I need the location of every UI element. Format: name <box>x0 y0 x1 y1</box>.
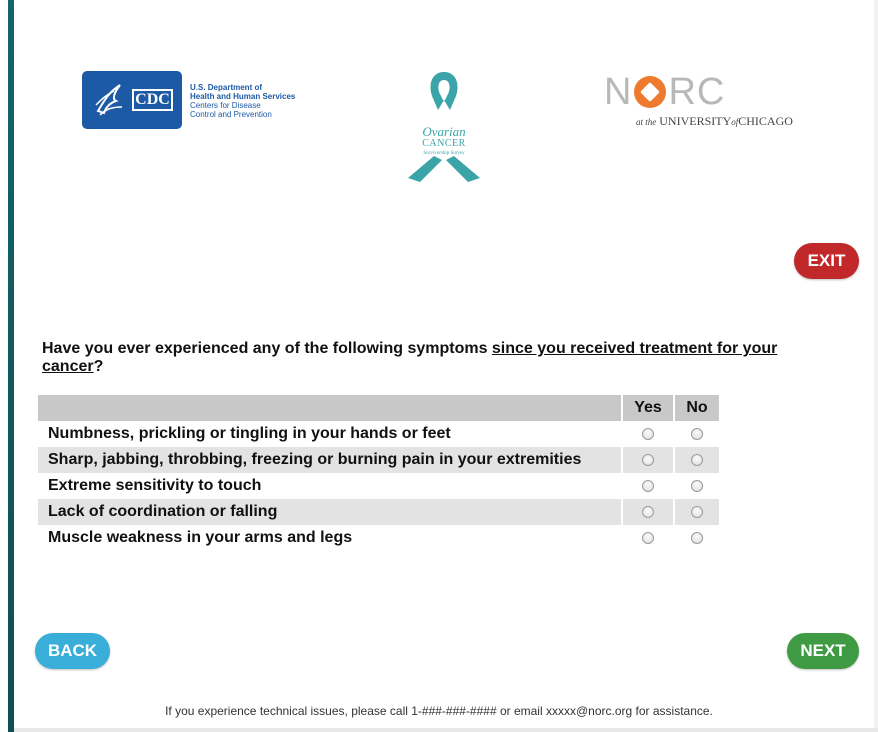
grid-header-row: Yes No <box>38 395 719 421</box>
radio-yes-row-2[interactable] <box>642 453 654 466</box>
norc-letter-n: N <box>604 71 633 113</box>
row-label: Numbness, prickling or tingling in your … <box>48 425 451 442</box>
cell-no <box>673 473 719 499</box>
grid-row: Numbness, prickling or tingling in your … <box>38 421 719 447</box>
right-edge <box>874 0 878 732</box>
column-header-yes: Yes <box>621 395 674 421</box>
ribbon-text-cancer: CANCER <box>422 138 466 149</box>
cell-yes <box>621 525 674 551</box>
question-prefix: Have you ever experienced any of the fol… <box>42 340 492 357</box>
ovarian-cancer-survey-logo: Ovarian CANCER Survivorship Survey <box>404 70 484 182</box>
radio-no-row-2[interactable] <box>691 453 703 466</box>
radio-yes-row-5[interactable] <box>642 531 654 544</box>
radio-yes-row-4[interactable] <box>642 505 654 518</box>
cell-yes <box>621 499 674 525</box>
exit-button[interactable]: EXIT <box>794 243 859 279</box>
radio-no-row-4[interactable] <box>691 505 703 518</box>
hhs-line-2: Health and Human Services <box>190 92 296 101</box>
cell-no <box>673 499 719 525</box>
row-label: Extreme sensitivity to touch <box>48 477 262 494</box>
radio-no-row-3[interactable] <box>691 479 703 492</box>
norc-subtitle: at the UNIVERSITYofCHICAGO <box>636 114 793 129</box>
ribbon-text-survey: Survivorship Survey <box>423 151 465 156</box>
footer-help-text: If you experience technical issues, plea… <box>165 704 713 718</box>
norc-star-icon <box>634 76 667 108</box>
grid-row: Sharp, jabbing, throbbing, freezing or b… <box>38 447 719 473</box>
radio-yes-row-3[interactable] <box>642 479 654 492</box>
cdc-badge: CDC <box>82 71 182 129</box>
back-button[interactable]: BACK <box>35 633 110 669</box>
grid-row: Lack of coordination or falling <box>38 499 719 525</box>
hhs-eagle-icon <box>95 84 123 116</box>
radio-no-row-1[interactable] <box>691 427 703 440</box>
cell-no <box>673 447 719 473</box>
next-button[interactable]: NEXT <box>787 633 859 669</box>
row-label: Muscle weakness in your arms and legs <box>48 529 353 546</box>
cdc-logo: CDC U.S. Department of Health and Human … <box>82 71 295 129</box>
column-header-no: No <box>673 395 719 421</box>
radio-yes-row-1[interactable] <box>642 427 654 440</box>
left-border <box>8 0 14 732</box>
cell-yes <box>621 421 674 447</box>
norc-wordmark: N RC <box>604 72 725 112</box>
bottom-edge <box>14 728 878 732</box>
grid-row: Extreme sensitivity to touch <box>38 473 719 499</box>
radio-no-row-5[interactable] <box>691 531 703 544</box>
cell-yes <box>621 447 674 473</box>
row-label: Lack of coordination or falling <box>48 503 278 520</box>
norc-sub-at: at the <box>636 117 657 127</box>
symptom-grid: Yes No Numbness, prickling or tingling i… <box>38 395 719 551</box>
hhs-text: U.S. Department of Health and Human Serv… <box>190 83 295 119</box>
hhs-line-1: U.S. Department of <box>190 83 263 92</box>
norc-logo: N RC at the UNIVERSITYofCHICAGO <box>604 72 814 132</box>
grid-row: Muscle weakness in your arms and legs <box>38 525 719 551</box>
norc-sub-university: UNIVERSITY <box>659 114 732 128</box>
cdc-line-4: Control and Prevention <box>190 110 272 119</box>
question-suffix: ? <box>93 358 104 375</box>
cell-yes <box>621 473 674 499</box>
cell-no <box>673 525 719 551</box>
cell-no <box>673 421 719 447</box>
grid-header-corner <box>38 395 622 421</box>
row-label: Sharp, jabbing, throbbing, freezing or b… <box>48 451 582 468</box>
cdc-line-3: Centers for Disease <box>190 101 261 110</box>
norc-letters-rc: RC <box>668 71 726 113</box>
cdc-wordmark: CDC <box>132 89 173 111</box>
norc-sub-chicago: CHICAGO <box>738 114 793 128</box>
question-text: Have you ever experienced any of the fol… <box>42 340 842 376</box>
